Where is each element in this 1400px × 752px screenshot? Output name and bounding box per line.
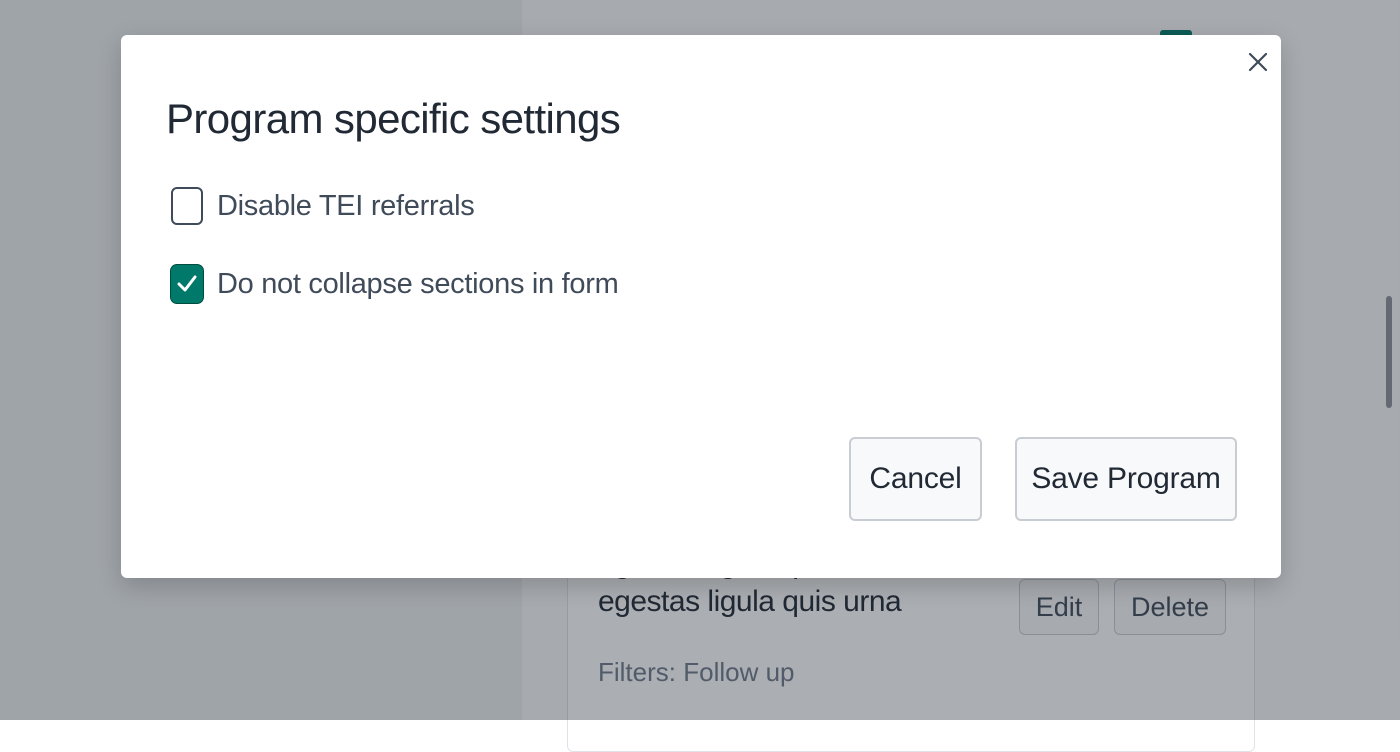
option-disable-tei-referrals[interactable]: Disable TEI referrals	[171, 187, 475, 225]
modal-footer: Cancel Save Program	[121, 437, 1281, 527]
option-label-do-not-collapse-sections: Do not collapse sections in form	[217, 267, 619, 300]
checkbox-disable-tei-referrals[interactable]	[171, 187, 203, 225]
save-program-button[interactable]: Save Program	[1015, 437, 1237, 521]
option-label-disable-tei-referrals: Disable TEI referrals	[217, 189, 475, 222]
checkmark-icon	[177, 275, 197, 292]
program-settings-modal: Program specific settings Disable TEI re…	[121, 35, 1281, 578]
checkbox-do-not-collapse-sections[interactable]	[171, 265, 203, 303]
cancel-button[interactable]: Cancel	[849, 437, 982, 521]
close-icon	[1248, 52, 1268, 72]
option-do-not-collapse-sections[interactable]: Do not collapse sections in form	[171, 265, 619, 303]
modal-title: Program specific settings	[166, 95, 621, 142]
modal-body: Disable TEI referrals Do not collapse se…	[121, 165, 1281, 435]
close-button[interactable]	[1245, 49, 1271, 75]
